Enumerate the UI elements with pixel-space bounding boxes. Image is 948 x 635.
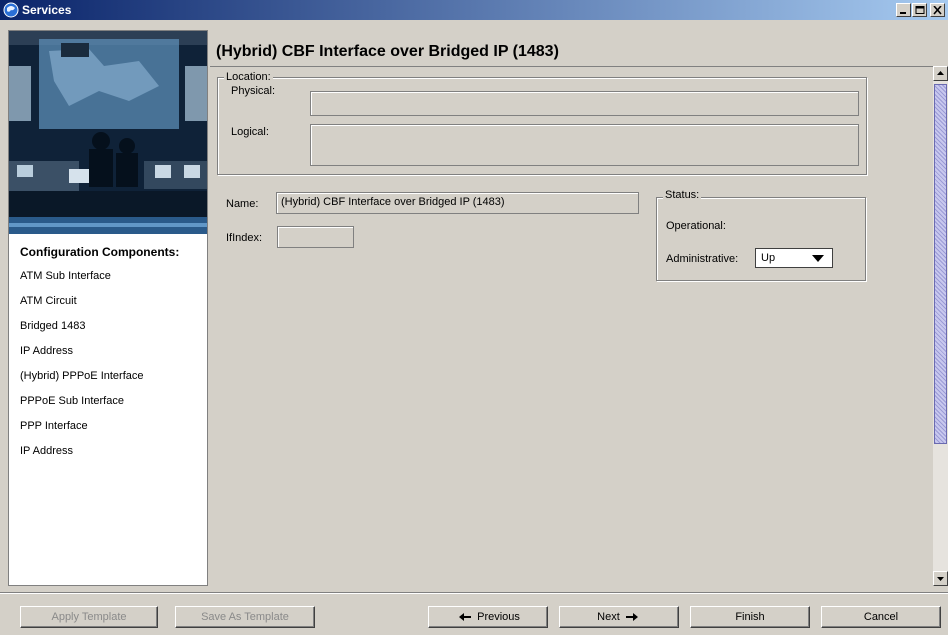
cancel-button[interactable]: Cancel [821,606,941,628]
next-label: Next [597,611,620,623]
scroll-up-icon [937,71,944,75]
save-as-template-button[interactable]: Save As Template [175,606,315,628]
nav-item-atm-sub-interface[interactable]: ATM Sub Interface [20,270,111,282]
apply-template-button[interactable]: Apply Template [20,606,158,628]
previous-label: Previous [477,611,520,623]
page-title: (Hybrid) CBF Interface over Bridged IP (… [216,43,559,60]
ifindex-field[interactable] [277,226,354,248]
scroll-up-button[interactable] [933,66,948,81]
administrative-value: Up [761,252,776,264]
previous-button[interactable]: Previous [428,606,548,628]
logical-label: Logical: [231,126,269,138]
configuration-panel: Configuration Components: ATM Sub Interf… [8,30,208,586]
operational-label: Operational: [666,220,726,232]
control-room-photo [9,31,207,234]
administrative-select[interactable]: Up [755,248,833,268]
config-components-heading: Configuration Components: [20,245,180,259]
scroll-down-icon [937,577,944,581]
physical-label: Physical: [231,85,276,97]
minimize-icon [900,12,906,14]
cancel-label: Cancel [863,611,899,623]
scroll-thumb[interactable] [934,84,947,444]
nav-item-pppoe-sub-interface[interactable]: PPPoE Sub Interface [20,395,124,407]
administrative-label: Administrative: [666,253,739,265]
location-group: Location: Physical: Logical: [217,71,867,175]
next-button[interactable]: Next [559,606,679,628]
nav-item-ip-address[interactable]: IP Address [20,345,73,357]
status-legend: Status: [663,189,702,201]
location-legend: Location: [224,71,273,83]
globe-icon [3,2,19,18]
finish-button[interactable]: Finish [690,606,810,628]
name-label: Name: [226,198,259,210]
arrow-right-icon [625,613,638,622]
save-as-template-label: Save As Template [201,611,289,623]
dropdown-arrow-icon[interactable] [812,255,824,263]
apply-template-label: Apply Template [51,611,127,623]
close-icon [933,6,942,15]
maximize-button[interactable] [912,3,927,17]
logical-field[interactable] [310,124,859,166]
physical-field[interactable] [310,91,859,116]
nav-item-bridged-1483[interactable]: Bridged 1483 [20,320,85,332]
arrow-left-icon [459,613,472,622]
nav-item-ip-address-2[interactable]: IP Address [20,445,73,457]
nav-item-ppp-interface[interactable]: PPP Interface [20,420,88,432]
ifindex-label: IfIndex: [226,232,263,244]
title-bar[interactable]: Services [0,0,948,20]
maximize-icon [915,6,925,14]
finish-label: Finish [735,611,765,623]
form-area: Location: Physical: Logical: Name: (Hybr… [210,66,948,586]
scroll-down-button[interactable] [933,571,948,586]
name-field[interactable]: (Hybrid) CBF Interface over Bridged IP (… [276,192,639,214]
minimize-button[interactable] [896,3,911,17]
close-button[interactable] [930,3,945,17]
vertical-scrollbar[interactable] [933,66,948,586]
window-title: Services [22,3,72,17]
status-group: Status: Operational: Administrative: Up [656,189,866,281]
bottom-separator [0,592,948,594]
nav-item-atm-circuit[interactable]: ATM Circuit [20,295,77,307]
nav-item-hybrid-pppoe-interface[interactable]: (Hybrid) PPPoE Interface [20,370,144,382]
